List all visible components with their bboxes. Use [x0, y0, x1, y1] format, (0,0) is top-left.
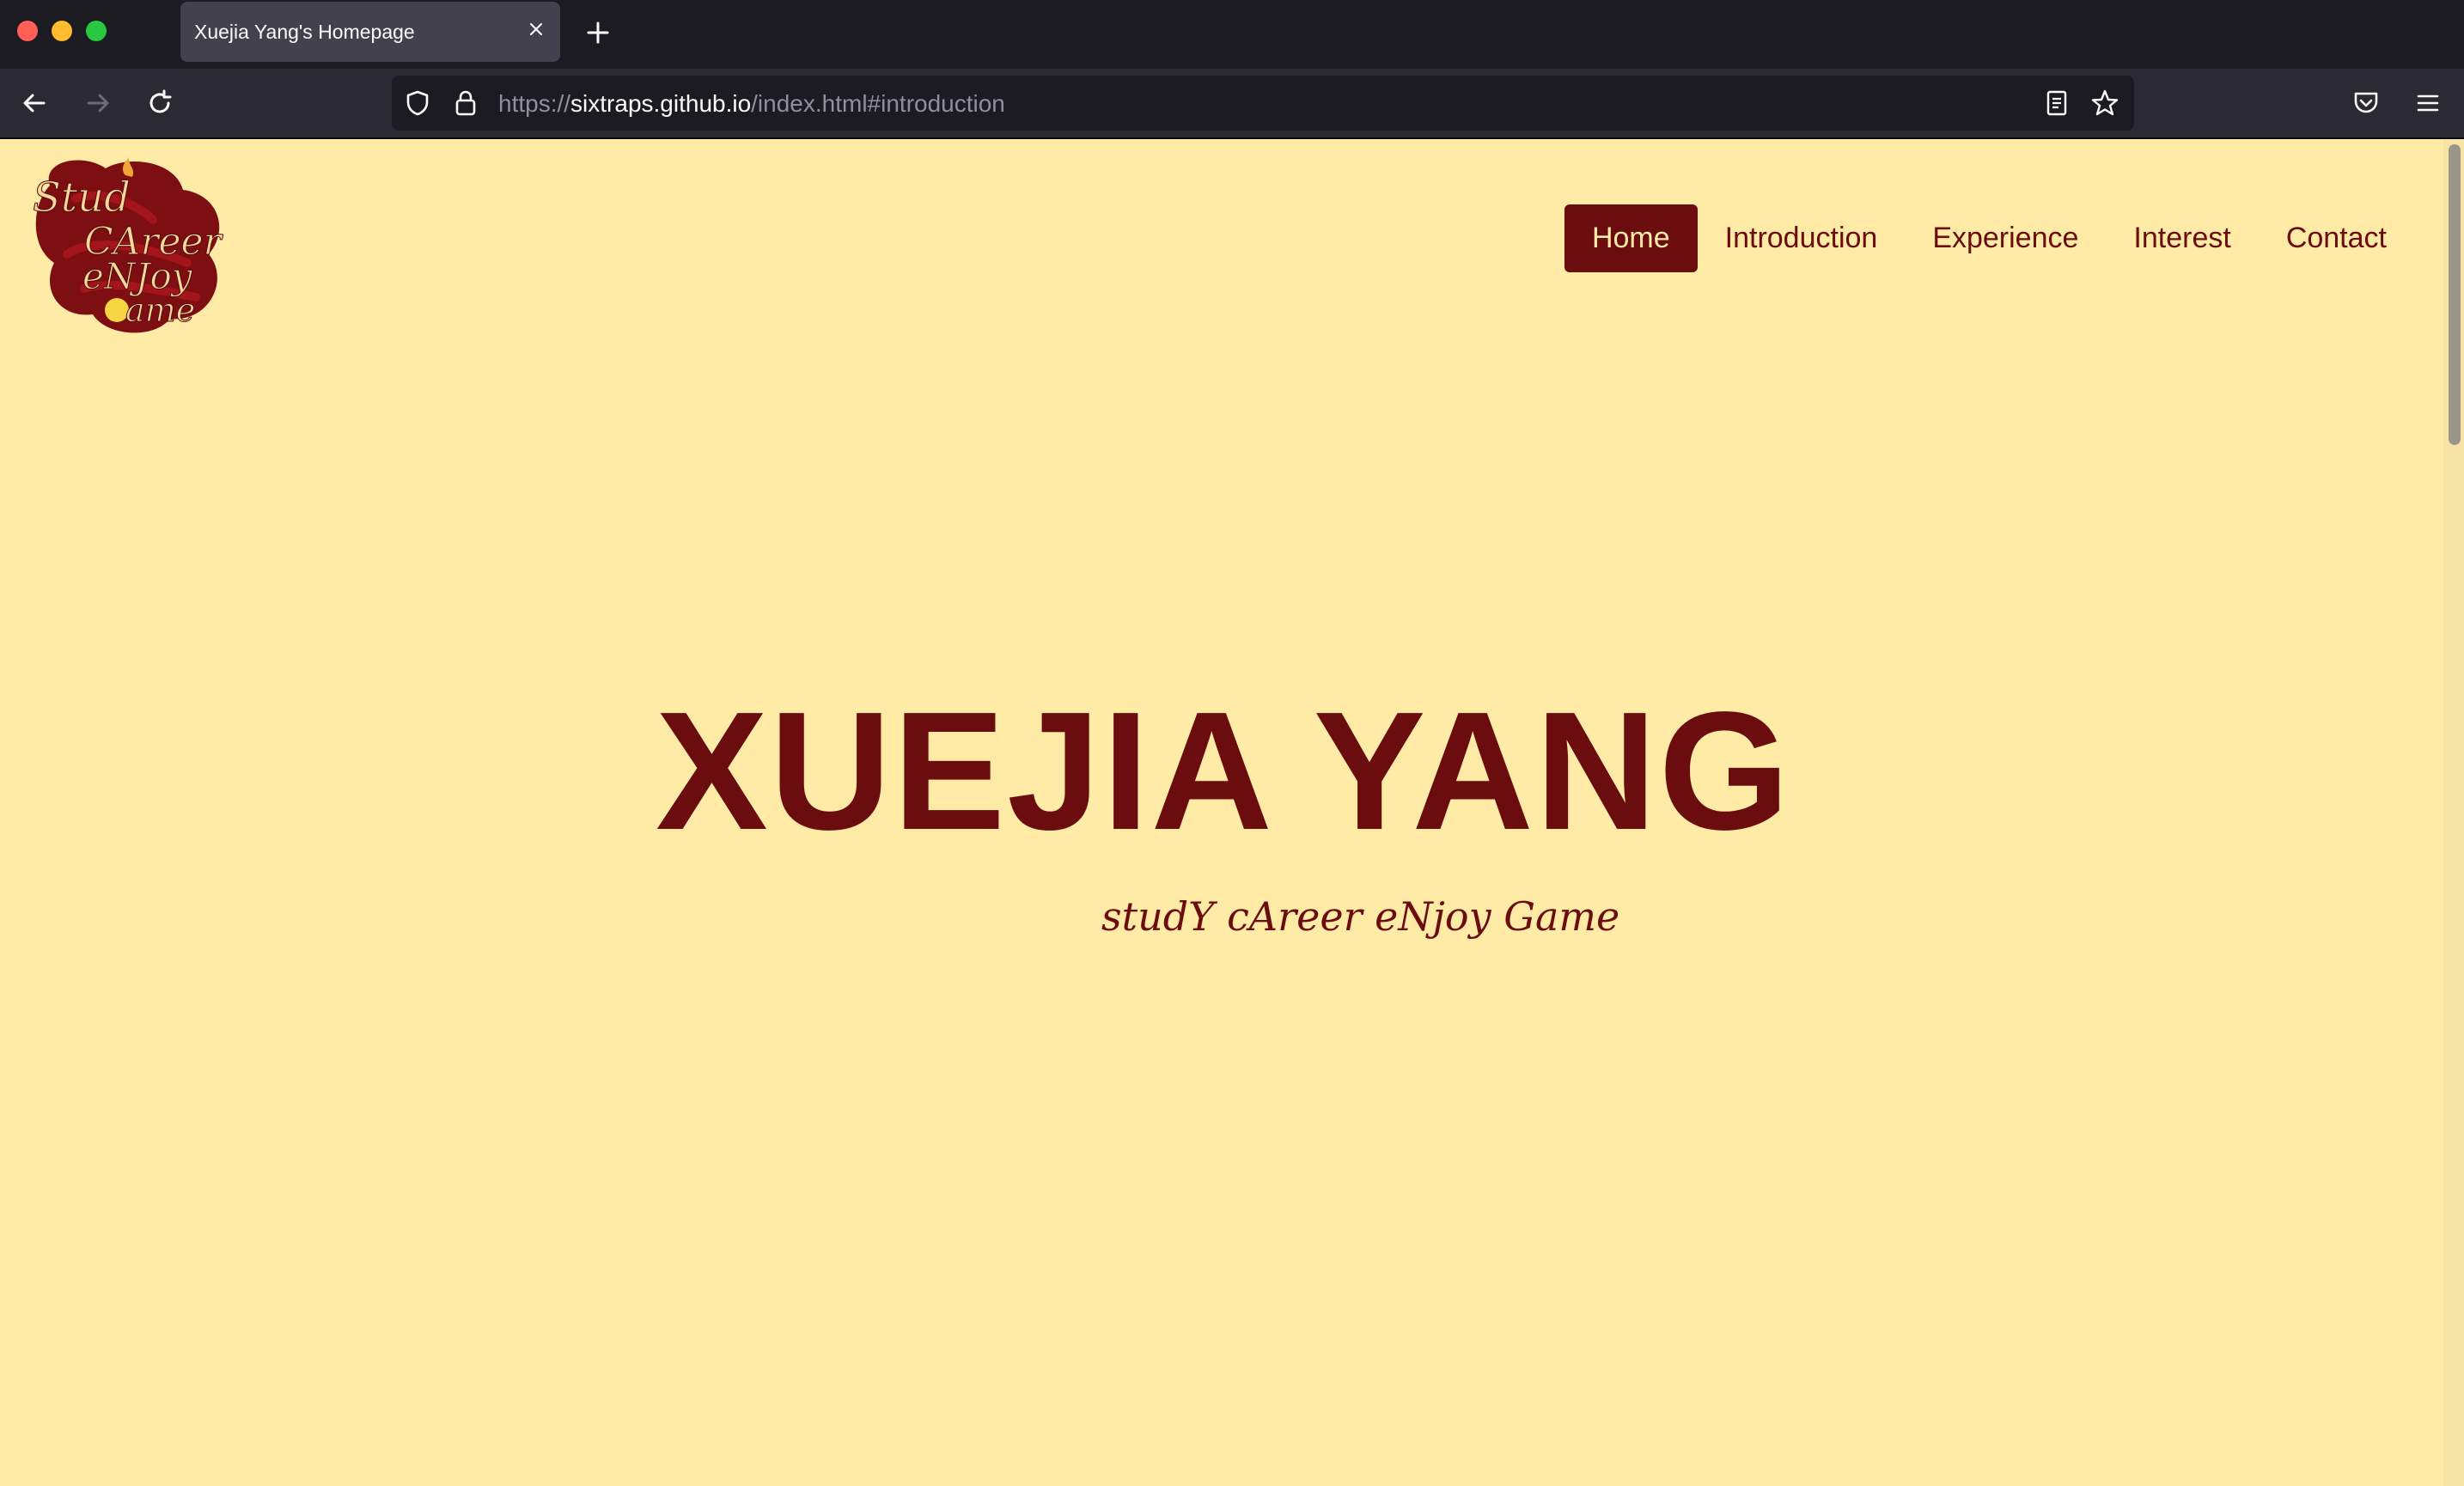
web-page: Stud CAreer eNJoy ame Home Introduction … — [0, 137, 2464, 1486]
tab-title: Xuejia Yang's Homepage — [194, 21, 415, 43]
toolbar-divider — [0, 137, 2464, 139]
logo-text-study: Stud — [33, 174, 131, 222]
close-tab-icon[interactable] — [524, 17, 548, 41]
nav-home[interactable]: Home — [1564, 204, 1698, 272]
reload-icon[interactable] — [143, 86, 177, 120]
back-arrow-icon[interactable] — [17, 86, 52, 120]
page-scrollbar[interactable] — [2443, 137, 2464, 1486]
hero-title: XUEJIA YANG — [656, 677, 1791, 865]
nav-introduction[interactable]: Introduction — [1698, 204, 1906, 272]
hero-subtitle: studY cAreer eNjoy Game — [1101, 893, 1620, 940]
menu-hamburger-icon[interactable] — [2411, 86, 2445, 120]
nav-experience[interactable]: Experience — [1905, 204, 2106, 272]
lock-icon[interactable] — [450, 88, 481, 119]
browser-tab-bar: Xuejia Yang's Homepage — [0, 0, 2464, 69]
bookmark-star-icon[interactable] — [2089, 88, 2120, 119]
minimize-window-button[interactable] — [52, 21, 72, 41]
nav-interest[interactable]: Interest — [2106, 204, 2258, 272]
browser-toolbar: https://sixtraps.github.io/index.html#in… — [0, 69, 2464, 137]
address-bar[interactable]: https://sixtraps.github.io/index.html#in… — [392, 76, 2134, 131]
browser-tab-active[interactable]: Xuejia Yang's Homepage — [180, 2, 560, 62]
site-logo[interactable]: Stud CAreer eNJoy ame — [24, 151, 239, 340]
forward-arrow-icon[interactable] — [81, 86, 115, 120]
url-text[interactable]: https://sixtraps.github.io/index.html#in… — [498, 90, 1005, 118]
close-window-button[interactable] — [17, 21, 38, 41]
reader-view-icon[interactable] — [2041, 88, 2072, 119]
tracking-shield-icon[interactable] — [402, 88, 433, 119]
zoom-window-button[interactable] — [86, 21, 107, 41]
scrollbar-thumb[interactable] — [2449, 144, 2461, 445]
site-nav: Home Introduction Experience Interest Co… — [1564, 204, 2414, 272]
pocket-icon[interactable] — [2349, 86, 2383, 120]
new-tab-icon[interactable] — [581, 15, 615, 50]
nav-contact[interactable]: Contact — [2259, 204, 2414, 272]
logo-text-game: ame — [125, 291, 195, 329]
